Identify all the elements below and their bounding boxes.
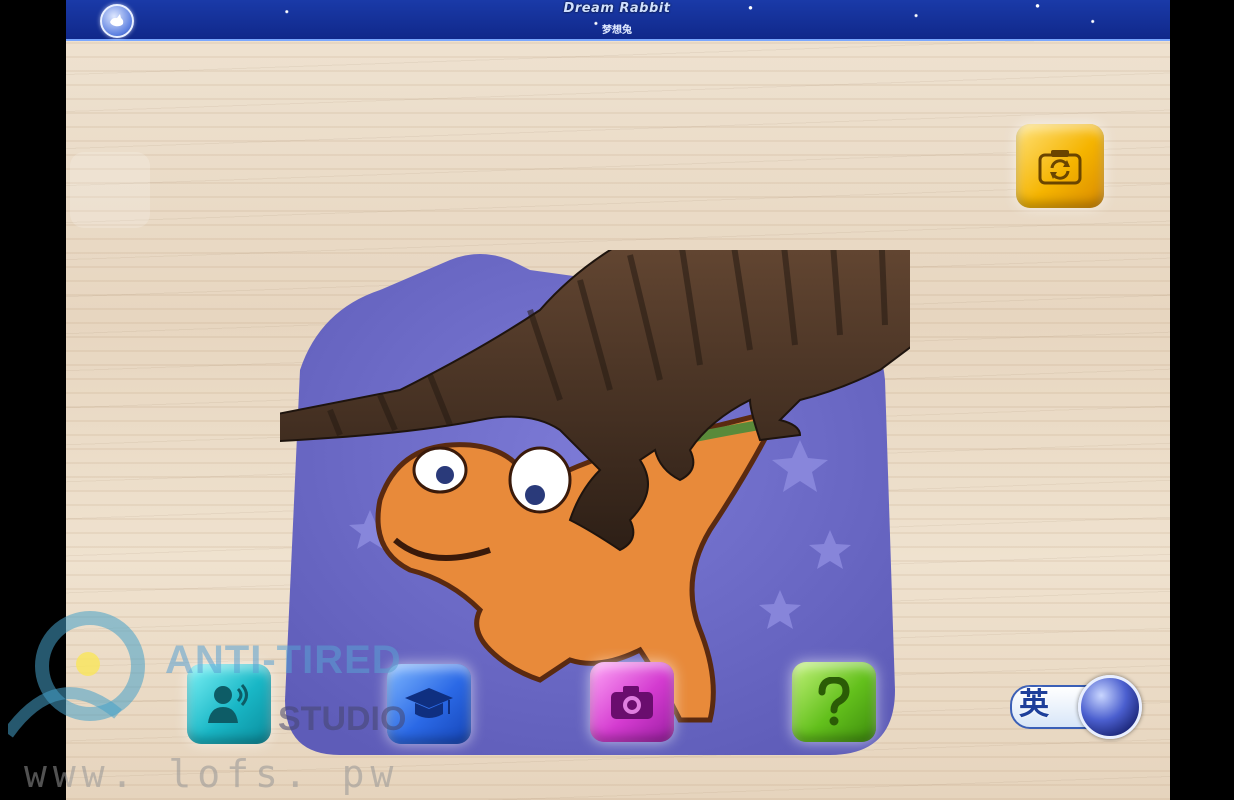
hidden-button-placeholder <box>70 152 150 228</box>
take-photo-button[interactable] <box>590 662 674 742</box>
watermark-url: www. lofs. pw <box>24 752 400 796</box>
right-letterbox <box>1170 0 1234 800</box>
watermark-studio: STUDIO <box>278 700 407 738</box>
help-button[interactable] <box>792 662 876 742</box>
language-label: 英 <box>1019 687 1049 722</box>
camera-flip-icon <box>1038 150 1082 185</box>
app-subtitle: 梦想兔 <box>602 25 632 36</box>
watermark-brand: ANTI-TIRED <box>165 638 402 682</box>
flip-camera-button[interactable] <box>1016 124 1104 208</box>
camera-icon <box>611 686 653 719</box>
watermark-logo <box>8 611 145 738</box>
toggle-knob[interactable] <box>1078 675 1142 739</box>
speaking-person-icon <box>208 683 248 723</box>
question-mark-icon <box>818 677 850 726</box>
language-toggle[interactable]: 英 <box>1006 673 1142 739</box>
app-title: Dream Rabbit <box>563 1 671 16</box>
graduation-cap-icon <box>405 688 453 718</box>
